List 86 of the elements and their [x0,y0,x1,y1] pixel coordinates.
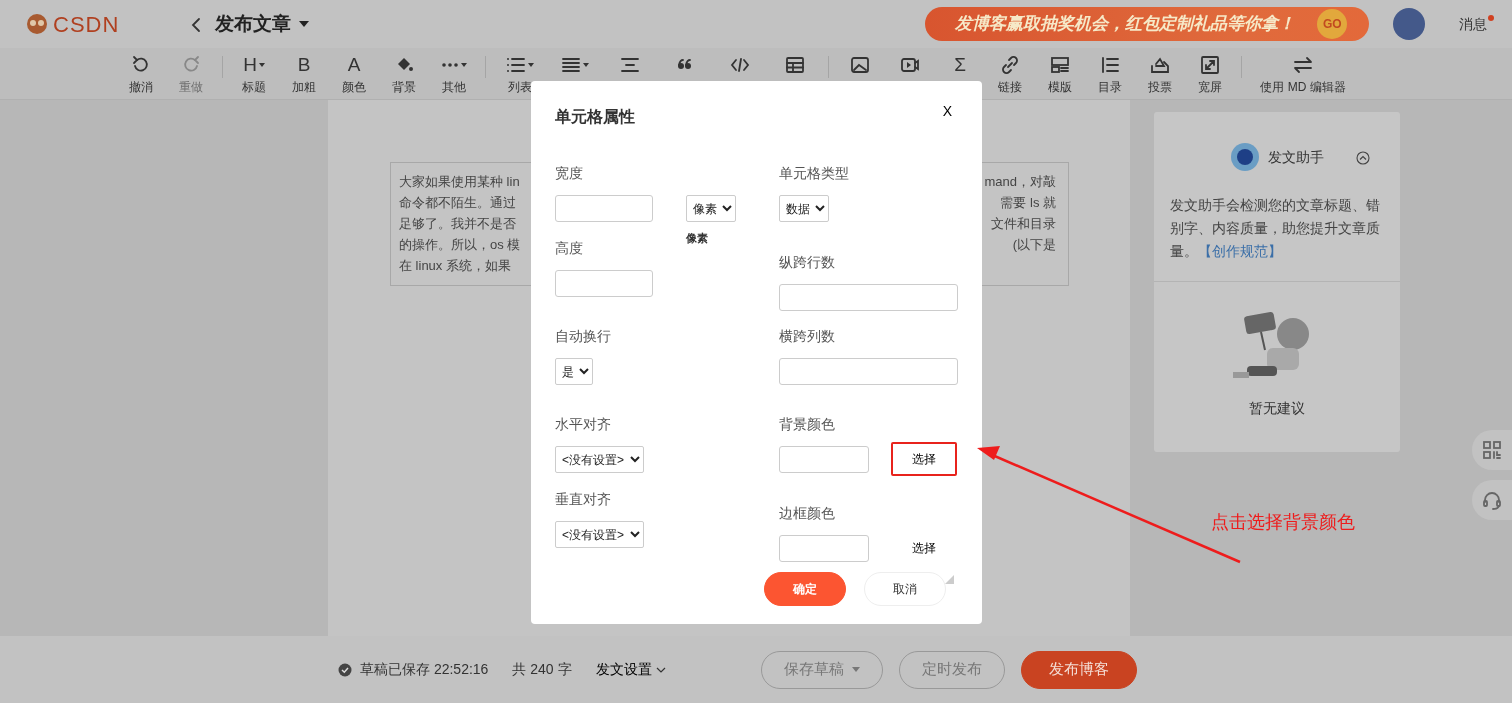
field-label: 高度 [555,239,583,258]
save-status: 草稿已保存 22:52:16 [360,660,489,679]
text-line: 在 linux 系统，如果 [399,257,512,275]
fullscreen-icon [1200,54,1220,75]
empty-state-text: 暂无建议 [1249,399,1305,418]
text-line: 命令都不陌生。通过 [399,194,517,212]
assistant-description: 发文助手会检测您的文章标题、错别字、内容质量，助您提升文章质量。【创作规范】 [1170,196,1381,261]
toolbar-button[interactable]: 背景 [379,49,429,98]
word-count: 共 240 字 [512,660,572,679]
input-field[interactable] [555,270,653,297]
caret-icon [527,62,534,67]
check-icon [338,662,352,677]
chevron-icon [1356,150,1370,165]
toolbar-button[interactable]: 撤消 [116,49,166,98]
text-line: 大家如果使用某种 lin [399,173,521,191]
field-label: 垂直对齐 [555,490,611,509]
toolbar-button[interactable]: 模版 [1035,49,1085,98]
more-icon [441,61,459,68]
field-label: 自动换行 [555,327,611,346]
mascot-icon [25,13,49,35]
layout-icon [1050,54,1070,75]
outline-icon [1100,54,1120,75]
toolbar-button[interactable]: H 标题 [229,49,279,98]
support-button[interactable] [1472,480,1512,520]
select-field[interactable]: <没有设置> [555,521,644,548]
qr-code-button[interactable] [1472,430,1512,470]
link-icon [1000,54,1020,75]
caret-icon [258,62,265,67]
messages-link[interactable]: 消息 [1459,13,1488,35]
headset-icon [1482,490,1502,510]
select-field[interactable]: 数据 [779,195,829,222]
close-button[interactable]: X [942,101,952,122]
annotation-text: 点击选择背景颜色 [1211,511,1355,534]
toolbar-button[interactable]: 投票 [1135,49,1185,98]
caret-icon [461,62,467,67]
assistant-title: 发文助手 [1268,147,1324,167]
text-line: mand，对敲 [984,173,1056,191]
toolbar-button[interactable]: 宽屏 [1185,49,1235,98]
cancel-button[interactable]: 取消 [864,572,946,606]
chevron-icon [655,666,666,673]
assistant-logo-icon [1230,142,1260,172]
toolbar-button[interactable]: 列表 [492,49,547,98]
toolbar-button[interactable]: 其他 [429,49,479,98]
toolbar-button[interactable]: 使用 MD 编辑器 [1248,49,1358,98]
input-field[interactable] [779,284,958,311]
select-color-button[interactable]: 选择 [891,442,957,476]
caret-icon [851,667,860,672]
publish-button[interactable]: 发布博客 [1020,650,1137,689]
field-label: 背景颜色 [779,415,835,434]
toolbar-button[interactable]: B 加粗 [279,49,329,98]
avatar[interactable] [1393,8,1426,40]
field-label: 边框颜色 [779,504,835,523]
title-dropdown[interactable]: 发布文章 [209,8,316,40]
text-line: 足够了。我并不是否 [399,215,517,233]
input-field[interactable] [555,195,653,222]
caret-icon [582,62,589,67]
select-field[interactable]: 是 [555,358,593,385]
unit-label: 像素 [686,231,708,246]
toolbar-button[interactable]: Σ [935,49,985,98]
field-label: 单元格类型 [779,164,849,183]
input-field[interactable] [779,446,869,473]
toolbar-button[interactable]: A 颜色 [329,49,379,98]
qr-code-icon [1482,440,1502,460]
text-line: 的操作。所以，os 模 [399,236,521,254]
field-label: 宽度 [555,164,583,183]
field-label: 横跨列数 [779,327,835,346]
text-line: 需要 ls 就 [1000,194,1056,212]
table-icon [784,54,805,75]
toolbar-button[interactable]: 链接 [985,49,1035,98]
field-label: 水平对齐 [555,415,611,434]
caret-icon [299,21,310,27]
swap-icon [1293,54,1313,75]
input-field[interactable] [779,358,958,385]
dialog-title: 单元格属性 [555,107,635,127]
image-icon [850,54,870,75]
text-line: (以下是 [1012,236,1056,254]
input-field[interactable] [779,535,869,562]
settings-dropdown[interactable]: 发文设置 [595,659,666,680]
select-field[interactable]: 像素 [686,195,736,222]
toolbar-button[interactable]: 目录 [1085,49,1135,98]
text-line: 文件和目录 [991,215,1056,233]
field-label: 纵跨行数 [779,253,835,272]
select-field[interactable]: <没有设置> [555,446,644,473]
resize-grip-icon [945,575,954,584]
select-color-button[interactable]: 选择 [891,531,957,565]
back-icon [191,16,202,33]
